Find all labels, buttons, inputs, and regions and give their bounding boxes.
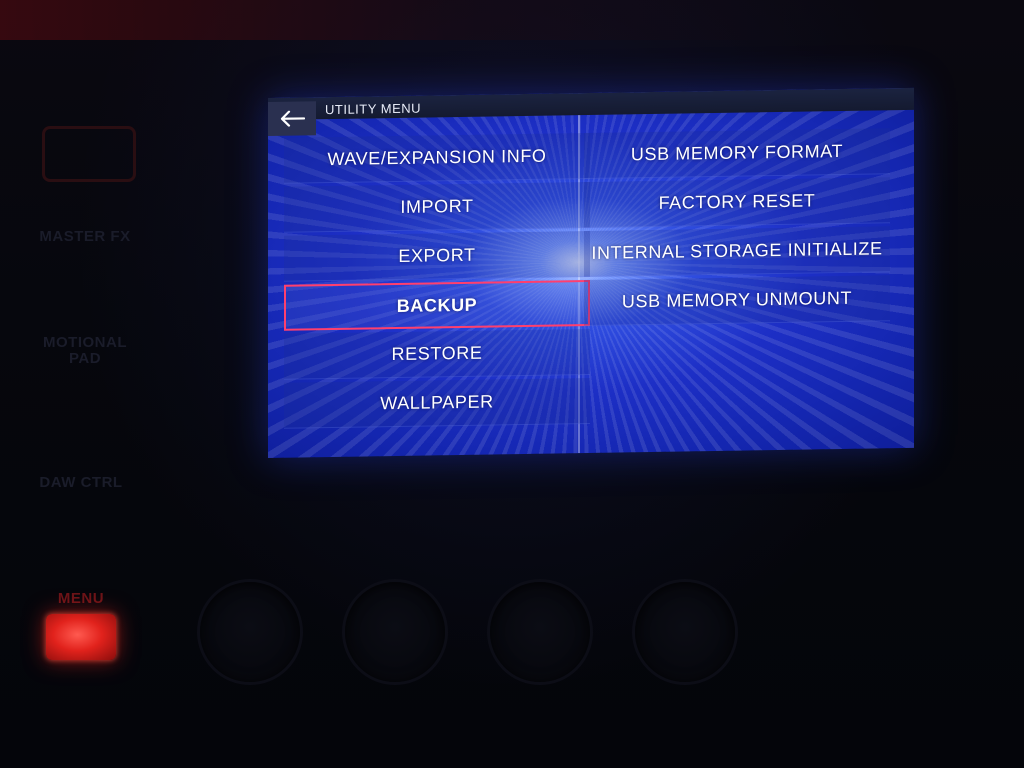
menu-item-wave-expansion-info[interactable]: WAVE/EXPANSION INFO: [284, 132, 590, 184]
menu-item-backup[interactable]: BACKUP: [284, 279, 590, 331]
hardware-button-outline[interactable]: [42, 126, 136, 182]
left-menu-column: WAVE/EXPANSION INFO IMPORT EXPORT BACKUP RES…: [284, 132, 590, 432]
menu-item-usb-memory-format[interactable]: USB MEMORY FORMAT: [584, 128, 890, 180]
motional-pad-label-line1: MOTIONAL: [43, 334, 127, 351]
knob-4[interactable]: [635, 582, 735, 682]
device-photo: MASTER FX MOTIONAL PAD DAW CTRL MENU UTI…: [0, 0, 1024, 768]
back-button[interactable]: [268, 101, 316, 136]
menu-item-usb-memory-unmount[interactable]: USB MEMORY UNMOUNT: [584, 275, 890, 327]
menu-item-restore[interactable]: RESTORE: [284, 328, 590, 380]
knob-2[interactable]: [345, 582, 445, 682]
menu-label: MENU: [57, 590, 105, 607]
menu-item-internal-storage-initialize[interactable]: INTERNAL STORAGE INITIALIZE: [584, 226, 890, 278]
knob-1[interactable]: [200, 582, 300, 682]
arrow-left-icon: [279, 110, 305, 127]
motional-pad-label-line2: PAD: [68, 350, 102, 367]
screen-title: UTILITY MENU: [325, 100, 422, 118]
top-ambient-glow: [0, 0, 1024, 40]
menu-item-factory-reset[interactable]: FACTORY RESET: [584, 177, 890, 229]
right-menu-column: USB MEMORY FORMAT FACTORY RESET INTERNAL S…: [584, 128, 890, 329]
menu-item-export[interactable]: EXPORT: [284, 230, 590, 282]
knob-3[interactable]: [490, 582, 590, 682]
lcd-screen: UTILITY MENU WAVE/EXPANSION INFO IMPORT EX…: [268, 87, 914, 459]
master-fx-label: MASTER FX: [39, 228, 131, 245]
menu-button[interactable]: [46, 614, 116, 660]
daw-ctrl-label: DAW CTRL: [39, 474, 123, 491]
menu-item-wallpaper[interactable]: WALLPAPER: [284, 377, 590, 429]
menu-item-import[interactable]: IMPORT: [284, 181, 590, 233]
